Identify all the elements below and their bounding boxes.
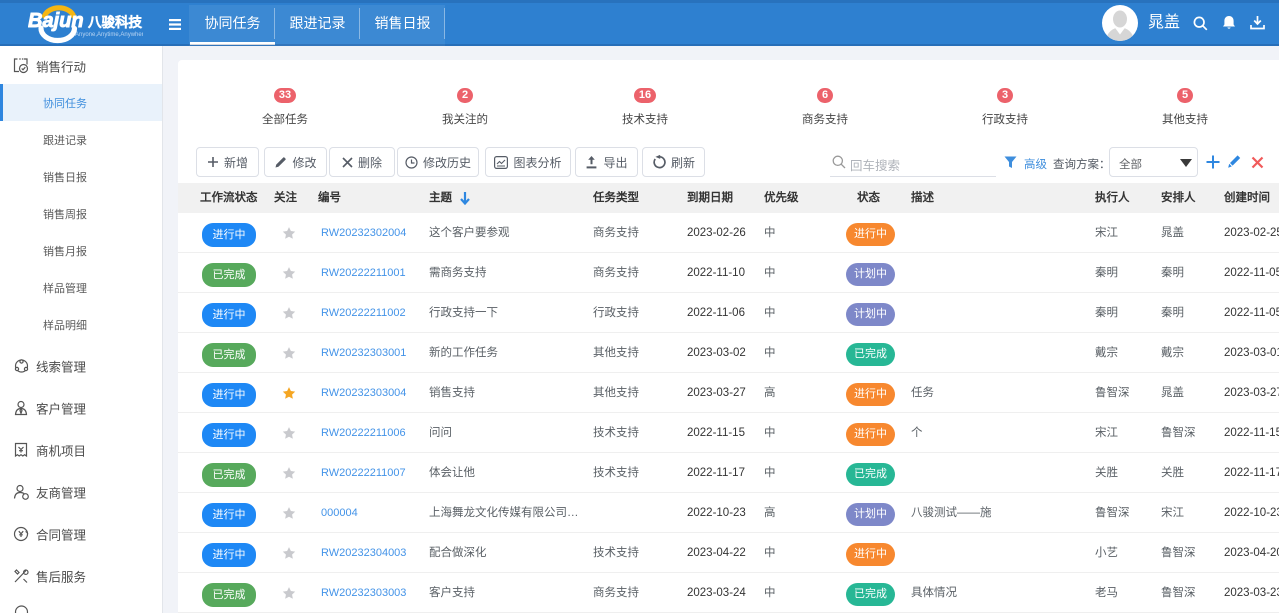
svg-text:八骏科技: 八骏科技 (87, 14, 142, 30)
svg-text:Anyone,Anytime,Anywhere!: Anyone,Anytime,Anywhere! (75, 32, 143, 38)
